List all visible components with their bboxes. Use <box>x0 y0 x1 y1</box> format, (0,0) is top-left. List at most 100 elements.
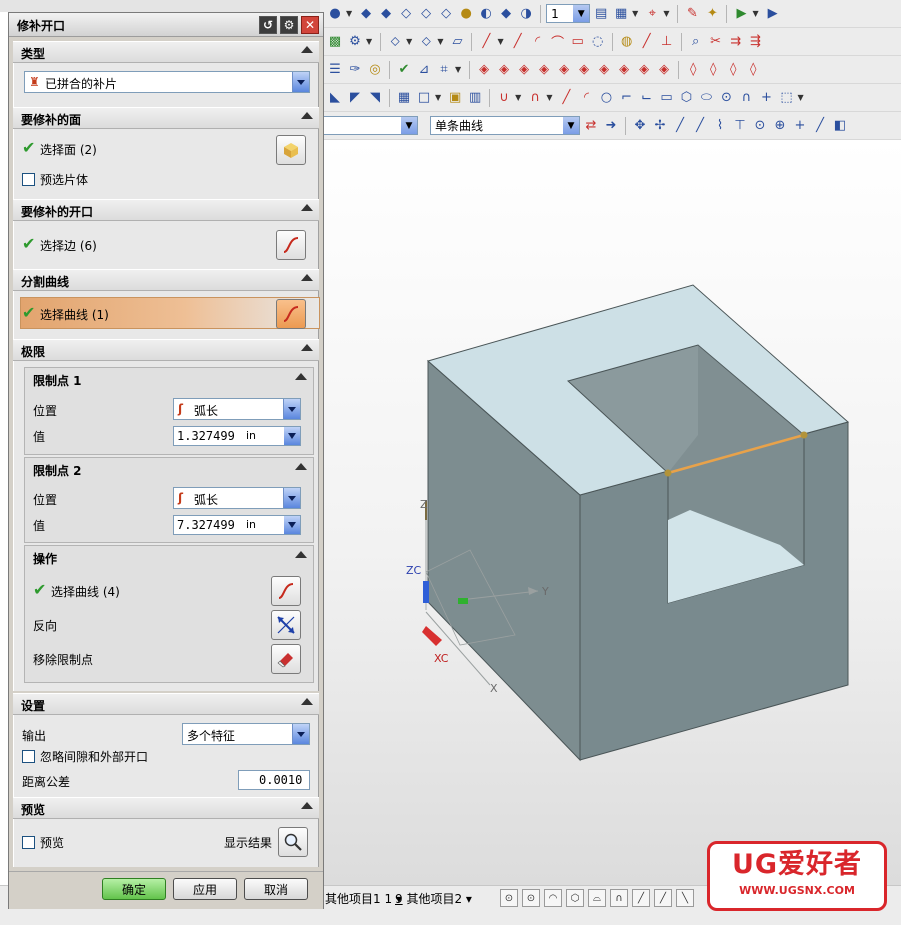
limit-point-1-header[interactable]: 限制点 1 <box>25 368 313 390</box>
snap-quadrant-icon[interactable]: ⊕ <box>771 117 789 135</box>
measure-icon[interactable]: ⊿ <box>415 61 433 79</box>
square-icon[interactable]: □ <box>415 89 433 107</box>
cube-icon[interactable]: ◆ <box>377 5 395 23</box>
move-icon[interactable]: ◥ <box>366 89 384 107</box>
cancel-button[interactable]: 取消 <box>244 878 308 900</box>
dropdown-icon[interactable] <box>283 399 300 419</box>
gear-icon[interactable]: ⚙ <box>280 16 298 34</box>
fillet-icon[interactable]: ⌐ <box>617 89 635 107</box>
select-curve-label[interactable]: 选择曲线 (1) <box>40 306 109 323</box>
cube-icon[interactable]: ◆ <box>497 5 515 23</box>
polygon-icon[interactable]: ⬡ <box>677 89 695 107</box>
close-icon[interactable]: ✕ <box>301 16 319 34</box>
analysis-icon[interactable]: ⌕ <box>687 33 705 51</box>
misc-items-2[interactable]: 9 其他项目2 ▾ <box>395 890 472 907</box>
surface-icon[interactable]: ◈ <box>495 61 513 79</box>
line-icon[interactable]: ╱ <box>638 33 656 51</box>
filter-combo[interactable]: ▼ <box>318 116 418 135</box>
cube-icon[interactable]: ◆ <box>357 5 375 23</box>
snap-point-icon[interactable]: ⊙ <box>500 889 518 907</box>
select-faces-label[interactable]: 选择面 (2) <box>40 141 97 158</box>
arc-icon[interactable]: ◜ <box>529 33 547 51</box>
cube-icon[interactable]: ◇ <box>397 5 415 23</box>
line-icon[interactable]: ╱ <box>509 33 527 51</box>
show-result-button[interactable] <box>278 827 308 857</box>
extend-icon[interactable]: ⇉ <box>727 33 745 51</box>
surface-icon[interactable]: ◈ <box>515 61 533 79</box>
layer-settings-icon[interactable]: ▤ <box>592 5 610 23</box>
remove-limit-button[interactable] <box>271 644 301 674</box>
collapse-icon[interactable] <box>301 46 313 53</box>
patch-icon[interactable]: ◊ <box>704 61 722 79</box>
chamfer-icon[interactable]: ⌙ <box>637 89 655 107</box>
collapse-icon[interactable] <box>301 344 313 351</box>
apply-button[interactable]: 应用 <box>173 878 237 900</box>
patch-icon[interactable]: ◊ <box>724 61 742 79</box>
ignore-gaps-checkbox[interactable] <box>22 750 35 763</box>
section-split-header[interactable]: 分割曲线 <box>13 269 319 291</box>
arc-icon[interactable]: ◜ <box>577 89 595 107</box>
divide-icon[interactable]: ⇶ <box>747 33 765 51</box>
snap-line-icon[interactable]: ╱ <box>632 889 650 907</box>
section-icon[interactable]: ⌗ <box>435 61 453 79</box>
move-icon[interactable]: ◣ <box>326 89 344 107</box>
list-icon[interactable]: ☰ <box>326 61 344 79</box>
snap-arch-icon[interactable]: ∩ <box>610 889 628 907</box>
arrow-icon[interactable]: ▶ <box>732 5 750 23</box>
snap-line-icon[interactable]: ╱ <box>811 117 829 135</box>
select-edges-label[interactable]: 选择边 (6) <box>40 237 97 254</box>
grid-icon[interactable]: ▦ <box>395 89 413 107</box>
surface-icon[interactable]: ◈ <box>595 61 613 79</box>
snap-icon[interactable]: ⬦ <box>386 33 404 51</box>
collapse-icon[interactable] <box>301 204 313 211</box>
surface-icon[interactable]: ◈ <box>615 61 633 79</box>
line-icon[interactable]: ╱ <box>477 33 495 51</box>
snap-line-icon[interactable]: ╲ <box>676 889 694 907</box>
ellipse-icon[interactable]: ⬭ <box>697 89 715 107</box>
rectangle-icon[interactable]: ▭ <box>569 33 587 51</box>
snap-icon[interactable]: ⬦ <box>417 33 435 51</box>
dropdown-icon[interactable] <box>283 488 300 508</box>
section-faces-header[interactable]: 要修补的面 <box>13 107 319 129</box>
limit1-position-select[interactable]: ʃ 弧长 <box>173 398 301 420</box>
arch-icon[interactable]: ∩ <box>737 89 755 107</box>
cube-icon[interactable]: ◇ <box>437 5 455 23</box>
arrow-icon[interactable]: ▶ <box>764 5 782 23</box>
sketch-icon[interactable]: ▥ <box>466 89 484 107</box>
snap-arc-text-icon[interactable]: ⌓ <box>588 889 606 907</box>
tool-icon[interactable]: ✎ <box>683 5 701 23</box>
section-opening-header[interactable]: 要修补的开口 <box>13 199 319 221</box>
snap-curve-icon[interactable]: ⌇ <box>711 117 729 135</box>
limit2-position-select[interactable]: ʃ 弧长 <box>173 487 301 509</box>
move-icon[interactable]: ◤ <box>346 89 364 107</box>
sketch-icon[interactable]: ▣ <box>446 89 464 107</box>
surface-icon[interactable]: ◈ <box>475 61 493 79</box>
type-select[interactable]: ♜ 已拼合的补片 <box>24 71 310 93</box>
limit-point-2-header[interactable]: 限制点 2 <box>25 458 313 480</box>
coin-icon[interactable]: ◎ <box>366 61 384 79</box>
select-intent-icon[interactable]: ⇄ <box>582 117 600 135</box>
operation-header[interactable]: 操作 <box>25 546 313 568</box>
reverse-button[interactable] <box>271 610 301 640</box>
operation-select-curve-label[interactable]: 选择曲线 (4) <box>51 583 120 600</box>
snap-tangent-icon[interactable]: ⊤ <box>731 117 749 135</box>
limit2-value-input[interactable]: 7.327499 in <box>173 515 301 535</box>
offset-icon[interactable]: ◌ <box>589 33 607 51</box>
layer-combo[interactable]: 1 ▼ <box>546 4 591 23</box>
reset-icon[interactable]: ↺ <box>259 16 277 34</box>
ok-button[interactable]: 确定 <box>102 878 166 900</box>
collapse-icon[interactable] <box>301 698 313 705</box>
snap-center-icon[interactable]: ⊙ <box>522 889 540 907</box>
preview-checkbox[interactable] <box>22 836 35 849</box>
snap-face-icon[interactable]: ◧ <box>831 117 849 135</box>
dropdown-icon[interactable] <box>292 72 309 92</box>
circle-icon[interactable]: ○ <box>597 89 615 107</box>
value-menu-icon[interactable] <box>284 516 300 534</box>
magnet-icon[interactable]: ✦ <box>703 5 721 23</box>
profile-icon[interactable]: ∩ <box>526 89 544 107</box>
dropdown-icon[interactable] <box>292 724 309 744</box>
pen-icon[interactable]: ✑ <box>346 61 364 79</box>
dialog-titlebar[interactable]: 修补开口 ↺ ⚙ ✕ <box>9 13 323 37</box>
lock-icon[interactable]: ◍ <box>618 33 636 51</box>
snap-line-icon[interactable]: ╱ <box>671 117 689 135</box>
